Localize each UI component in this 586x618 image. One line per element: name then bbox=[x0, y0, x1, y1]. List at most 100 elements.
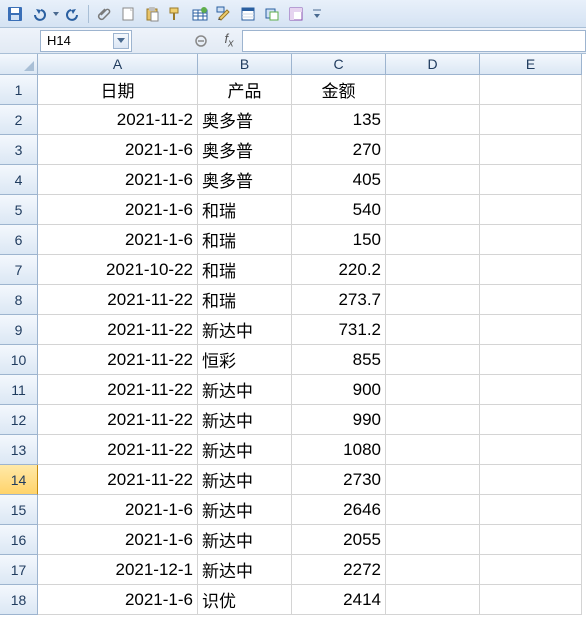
cell[interactable]: 2021-1-6 bbox=[38, 525, 198, 555]
edit-button[interactable] bbox=[213, 3, 235, 25]
cell[interactable] bbox=[386, 585, 480, 615]
cell[interactable]: 2021-12-1 bbox=[38, 555, 198, 585]
cell[interactable] bbox=[386, 285, 480, 315]
format-painter-button[interactable] bbox=[165, 3, 187, 25]
cell[interactable]: 150 bbox=[292, 225, 386, 255]
cell[interactable]: 855 bbox=[292, 345, 386, 375]
cell[interactable] bbox=[386, 195, 480, 225]
cell[interactable] bbox=[480, 255, 582, 285]
cell[interactable]: 2021-1-6 bbox=[38, 165, 198, 195]
save-button[interactable] bbox=[4, 3, 26, 25]
row-header[interactable]: 6 bbox=[0, 225, 38, 255]
formula-input[interactable] bbox=[242, 30, 586, 52]
cell[interactable]: 新达中 bbox=[198, 495, 292, 525]
row-header[interactable]: 5 bbox=[0, 195, 38, 225]
cell[interactable]: 新达中 bbox=[198, 405, 292, 435]
row-header[interactable]: 12 bbox=[0, 405, 38, 435]
cell[interactable]: 新达中 bbox=[198, 375, 292, 405]
sheet-icon-button[interactable] bbox=[237, 3, 259, 25]
cell[interactable] bbox=[480, 345, 582, 375]
row-header[interactable]: 18 bbox=[0, 585, 38, 615]
cell[interactable] bbox=[480, 375, 582, 405]
row-header[interactable]: 8 bbox=[0, 285, 38, 315]
cell[interactable]: 和瑞 bbox=[198, 285, 292, 315]
cell[interactable] bbox=[480, 405, 582, 435]
cell[interactable] bbox=[480, 75, 582, 105]
cell[interactable]: 奥多普 bbox=[198, 105, 292, 135]
insert-table-button[interactable] bbox=[189, 3, 211, 25]
cell[interactable]: 2021-11-22 bbox=[38, 315, 198, 345]
cell[interactable] bbox=[386, 555, 480, 585]
cell[interactable]: 2021-1-6 bbox=[38, 135, 198, 165]
cell[interactable]: 273.7 bbox=[292, 285, 386, 315]
cell[interactable]: 900 bbox=[292, 375, 386, 405]
cell[interactable]: 2272 bbox=[292, 555, 386, 585]
cell[interactable]: 产品 bbox=[198, 75, 292, 105]
cell[interactable]: 和瑞 bbox=[198, 255, 292, 285]
cell[interactable] bbox=[480, 495, 582, 525]
col-header-C[interactable]: C bbox=[292, 54, 386, 75]
cell[interactable] bbox=[480, 165, 582, 195]
cell[interactable]: 2021-11-22 bbox=[38, 465, 198, 495]
cell[interactable]: 990 bbox=[292, 405, 386, 435]
cell[interactable]: 220.2 bbox=[292, 255, 386, 285]
cell[interactable]: 731.2 bbox=[292, 315, 386, 345]
fx-button[interactable]: fx bbox=[220, 32, 238, 50]
row-header[interactable]: 14 bbox=[0, 465, 38, 495]
cell[interactable] bbox=[386, 135, 480, 165]
cell[interactable] bbox=[480, 285, 582, 315]
cell[interactable]: 135 bbox=[292, 105, 386, 135]
cell[interactable]: 2021-11-22 bbox=[38, 375, 198, 405]
cell[interactable] bbox=[480, 225, 582, 255]
row-header[interactable]: 2 bbox=[0, 105, 38, 135]
cell[interactable]: 和瑞 bbox=[198, 225, 292, 255]
cell[interactable]: 2021-1-6 bbox=[38, 585, 198, 615]
cell[interactable]: 2021-11-22 bbox=[38, 405, 198, 435]
cell[interactable]: 1080 bbox=[292, 435, 386, 465]
undo-dropdown[interactable] bbox=[52, 12, 60, 16]
cell[interactable] bbox=[386, 465, 480, 495]
cell[interactable] bbox=[480, 585, 582, 615]
cell[interactable] bbox=[386, 495, 480, 525]
cell[interactable] bbox=[480, 435, 582, 465]
cell[interactable] bbox=[480, 465, 582, 495]
redo-button[interactable] bbox=[62, 3, 84, 25]
cell[interactable]: 新达中 bbox=[198, 525, 292, 555]
cell[interactable] bbox=[386, 525, 480, 555]
cell[interactable]: 2055 bbox=[292, 525, 386, 555]
cell[interactable]: 新达中 bbox=[198, 555, 292, 585]
paste-button[interactable] bbox=[141, 3, 163, 25]
cell[interactable]: 2021-11-22 bbox=[38, 435, 198, 465]
cell[interactable]: 新达中 bbox=[198, 315, 292, 345]
cell[interactable] bbox=[386, 435, 480, 465]
name-box[interactable]: H14 bbox=[40, 30, 132, 52]
decrease-decimal-icon[interactable] bbox=[192, 32, 210, 50]
cell[interactable] bbox=[386, 375, 480, 405]
cell[interactable]: 405 bbox=[292, 165, 386, 195]
row-header[interactable]: 17 bbox=[0, 555, 38, 585]
row-header[interactable]: 13 bbox=[0, 435, 38, 465]
cell[interactable]: 2021-11-2 bbox=[38, 105, 198, 135]
cell[interactable] bbox=[386, 315, 480, 345]
cell[interactable] bbox=[480, 105, 582, 135]
name-box-dropdown[interactable] bbox=[113, 33, 129, 49]
cell[interactable]: 2021-10-22 bbox=[38, 255, 198, 285]
cell[interactable]: 2414 bbox=[292, 585, 386, 615]
col-header-E[interactable]: E bbox=[480, 54, 582, 75]
new-doc-button[interactable] bbox=[117, 3, 139, 25]
cell[interactable]: 2021-11-22 bbox=[38, 345, 198, 375]
cell[interactable] bbox=[480, 195, 582, 225]
row-header[interactable]: 10 bbox=[0, 345, 38, 375]
col-header-A[interactable]: A bbox=[38, 54, 198, 75]
cell[interactable] bbox=[386, 225, 480, 255]
col-header-D[interactable]: D bbox=[386, 54, 480, 75]
row-header[interactable]: 1 bbox=[0, 75, 38, 105]
row-header[interactable]: 15 bbox=[0, 495, 38, 525]
row-header[interactable]: 7 bbox=[0, 255, 38, 285]
undo-button[interactable] bbox=[28, 3, 50, 25]
cell[interactable]: 270 bbox=[292, 135, 386, 165]
cell[interactable]: 2646 bbox=[292, 495, 386, 525]
cell[interactable] bbox=[386, 405, 480, 435]
cell[interactable]: 和瑞 bbox=[198, 195, 292, 225]
cell[interactable]: 识优 bbox=[198, 585, 292, 615]
